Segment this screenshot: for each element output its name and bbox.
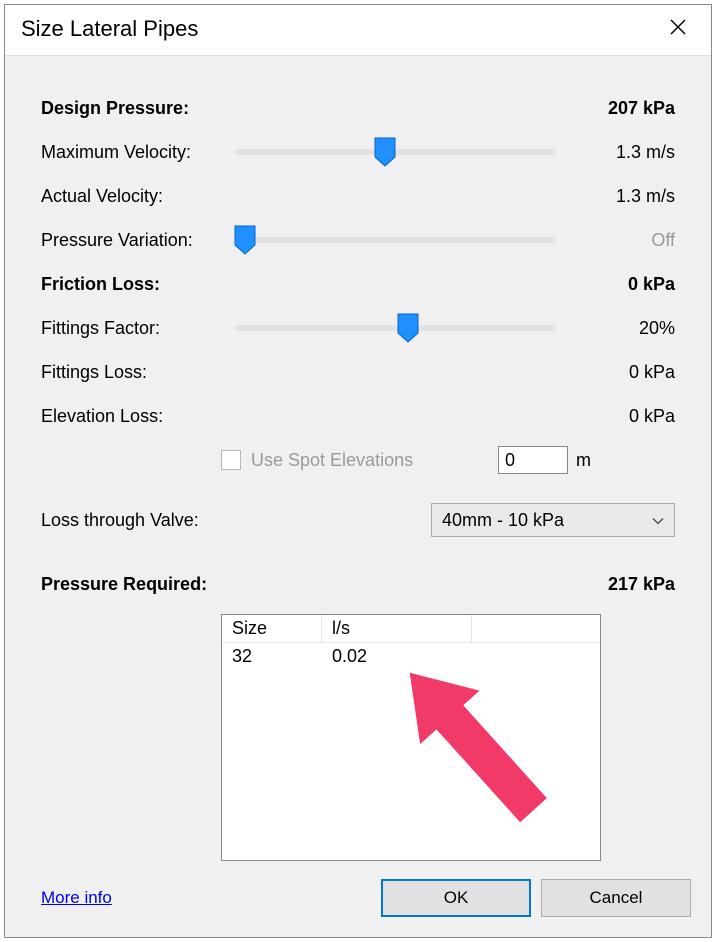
row-friction-loss: Friction Loss: 0 kPa bbox=[41, 262, 675, 306]
slider-thumb[interactable] bbox=[234, 225, 256, 255]
row-fittings-factor: Fittings Factor: 20% bbox=[41, 306, 675, 350]
table-row[interactable]: 32 0.02 bbox=[222, 643, 600, 670]
slider-thumb[interactable] bbox=[397, 313, 419, 343]
td-flow: 0.02 bbox=[322, 643, 472, 670]
slider-thumb[interactable] bbox=[374, 137, 396, 167]
row-loss-through-valve: Loss through Valve: 40mm - 10 kPa bbox=[41, 498, 675, 542]
row-design-pressure: Design Pressure: 207 kPa bbox=[41, 86, 675, 130]
input-spot-elevation[interactable] bbox=[498, 446, 568, 474]
row-fittings-loss: Fittings Loss: 0 kPa bbox=[41, 350, 675, 394]
slider-fittings-factor[interactable] bbox=[235, 316, 555, 340]
slider-pressure-variation[interactable] bbox=[235, 228, 555, 252]
table-header: Size l/s bbox=[222, 615, 600, 643]
row-pressure-variation: Pressure Variation: Off bbox=[41, 218, 675, 262]
checkbox-spot-elevations[interactable] bbox=[221, 450, 241, 470]
label-spot-elevations[interactable]: Use Spot Elevations bbox=[251, 450, 413, 471]
value-elevation-loss: 0 kPa bbox=[575, 406, 675, 427]
value-max-velocity: 1.3 m/s bbox=[575, 142, 675, 163]
dialog-content: Design Pressure: 207 kPa Maximum Velocit… bbox=[5, 56, 711, 861]
cancel-button[interactable]: Cancel bbox=[541, 879, 691, 917]
value-pressure-required: 217 kPa bbox=[575, 574, 675, 595]
row-elevation-loss: Elevation Loss: 0 kPa bbox=[41, 394, 675, 438]
th-flow[interactable]: l/s bbox=[322, 615, 472, 642]
dialog-size-lateral-pipes: Size Lateral Pipes Design Pressure: 207 … bbox=[4, 4, 712, 938]
label-elevation-loss: Elevation Loss: bbox=[41, 406, 221, 427]
label-pressure-required: Pressure Required: bbox=[41, 574, 261, 595]
row-max-velocity: Maximum Velocity: 1.3 m/s bbox=[41, 130, 675, 174]
td-size: 32 bbox=[222, 643, 322, 670]
link-more-info[interactable]: More info bbox=[41, 888, 112, 908]
titlebar: Size Lateral Pipes bbox=[5, 5, 711, 56]
label-friction-loss: Friction Loss: bbox=[41, 274, 221, 295]
value-friction-loss: 0 kPa bbox=[575, 274, 675, 295]
label-design-pressure: Design Pressure: bbox=[41, 98, 221, 119]
value-fittings-loss: 0 kPa bbox=[575, 362, 675, 383]
label-max-velocity: Maximum Velocity: bbox=[41, 142, 221, 163]
value-pressure-variation: Off bbox=[575, 230, 675, 251]
unit-spot-elevation: m bbox=[576, 450, 591, 471]
row-spot-elevations: Use Spot Elevations m bbox=[41, 438, 675, 482]
select-loss-through-valve[interactable]: 40mm - 10 kPa bbox=[431, 503, 675, 537]
button-row: More info OK Cancel bbox=[5, 861, 711, 937]
label-pressure-variation: Pressure Variation: bbox=[41, 230, 221, 251]
label-fittings-factor: Fittings Factor: bbox=[41, 318, 221, 339]
value-design-pressure: 207 kPa bbox=[575, 98, 675, 119]
row-pressure-required: Pressure Required: 217 kPa bbox=[41, 562, 675, 606]
value-fittings-factor: 20% bbox=[575, 318, 675, 339]
value-actual-velocity: 1.3 m/s bbox=[575, 186, 675, 207]
th-size[interactable]: Size bbox=[222, 615, 322, 642]
chevron-down-icon bbox=[652, 510, 664, 531]
select-value: 40mm - 10 kPa bbox=[442, 510, 564, 531]
ok-button[interactable]: OK bbox=[381, 879, 531, 917]
close-icon bbox=[669, 18, 687, 36]
label-loss-through-valve: Loss through Valve: bbox=[41, 510, 241, 531]
row-actual-velocity: Actual Velocity: 1.3 m/s bbox=[41, 174, 675, 218]
dialog-title: Size Lateral Pipes bbox=[21, 16, 198, 42]
label-fittings-loss: Fittings Loss: bbox=[41, 362, 221, 383]
label-actual-velocity: Actual Velocity: bbox=[41, 186, 221, 207]
close-button[interactable] bbox=[659, 13, 697, 45]
size-table: Size l/s 32 0.02 bbox=[221, 614, 601, 861]
slider-max-velocity[interactable] bbox=[235, 140, 555, 164]
